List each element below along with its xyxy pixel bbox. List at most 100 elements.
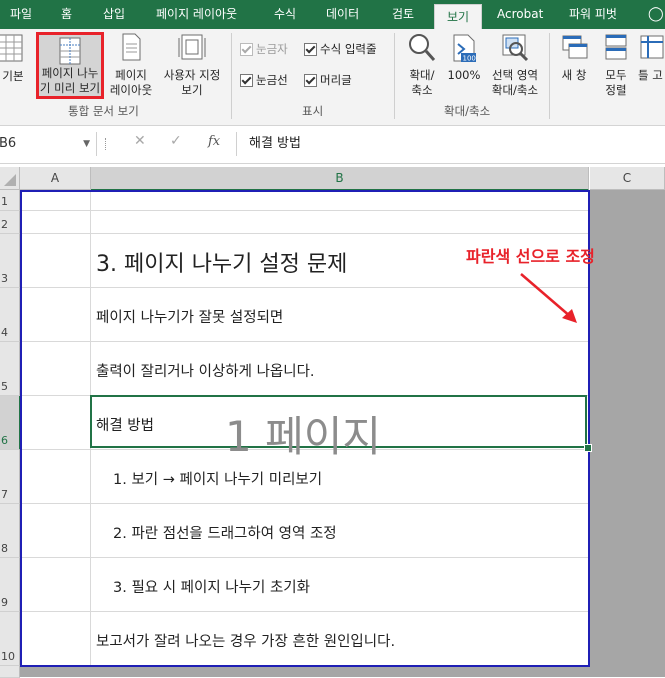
- normal-view-button[interactable]: 기본: [0, 32, 26, 84]
- row-header-4[interactable]: 4: [0, 288, 20, 342]
- zoom-selection-icon: [502, 34, 529, 62]
- row-header-10[interactable]: 10: [0, 612, 20, 666]
- ribbon-separator: [394, 33, 395, 119]
- custom-views-icon: [178, 34, 206, 60]
- gridlines-label: 눈금선: [256, 73, 288, 87]
- formula-controls: ✕ ✓ fx: [122, 132, 232, 156]
- zoom-to-selection-button[interactable]: 선택 영역 확대/축소: [485, 32, 545, 98]
- gridlines-check-icon: [240, 73, 253, 87]
- tab-view[interactable]: 보기: [434, 4, 482, 30]
- cell-b9[interactable]: 3. 필요 시 페이지 나누기 초기화: [113, 576, 310, 597]
- formula-input[interactable]: 해결 방법: [236, 132, 665, 156]
- headings-checkbox[interactable]: 머리글: [304, 72, 352, 88]
- zoom-selection-label-1: 선택 영역: [492, 68, 538, 82]
- new-window-icon: [562, 35, 588, 59]
- freeze-panes-button[interactable]: 틀 고: [638, 32, 665, 83]
- tab-page-layout[interactable]: 페이지 레이아웃: [156, 0, 237, 29]
- ruler-label: 눈금자: [256, 42, 288, 56]
- gridlines-checkbox[interactable]: 눈금선: [240, 72, 288, 88]
- cell-b7[interactable]: 1. 보기 → 페이지 나누기 미리보기: [113, 468, 322, 489]
- formula-bar-checkbox[interactable]: 수식 입력줄: [304, 41, 377, 57]
- group-label-workbook-views: 통합 문서 보기: [68, 104, 139, 118]
- select-all-corner[interactable]: [0, 167, 20, 190]
- column-header-b[interactable]: B: [91, 167, 589, 191]
- page-number-watermark: 1 페이지: [225, 412, 381, 461]
- cell-b6[interactable]: 해결 방법: [96, 414, 154, 435]
- page-break-preview-button[interactable]: 페이지 나누 기 미리 보기: [36, 32, 104, 99]
- row-header-11[interactable]: [0, 666, 20, 678]
- page-layout-label-2: 레이아웃: [109, 83, 153, 97]
- page-break-preview-label-2: 기 미리 보기: [39, 81, 101, 95]
- tab-home[interactable]: 홈: [61, 0, 72, 29]
- zoom-button[interactable]: 확대/ 축소: [402, 32, 442, 98]
- new-window-label: 새 창: [561, 68, 587, 82]
- cell-b5[interactable]: 출력이 잘리거나 이상하게 나옵니다.: [96, 360, 315, 381]
- row-header-6[interactable]: 6: [0, 396, 21, 450]
- ribbon-separator: [549, 33, 550, 119]
- group-label-show: 표시: [302, 104, 324, 118]
- enter-icon[interactable]: ✓: [170, 133, 182, 149]
- group-label-zoom: 확대/축소: [444, 104, 491, 118]
- row-header-8[interactable]: 8: [0, 504, 20, 558]
- row-header-5[interactable]: 5: [0, 342, 20, 396]
- page-layout-label-1: 페이지: [115, 68, 147, 82]
- ribbon-separator: [231, 33, 232, 119]
- magnifier-icon: [409, 34, 436, 61]
- headings-check-icon: [304, 73, 317, 87]
- ribbon: 기본 페이지 나누 기 미리 보기 페이지 레이아웃 사용자 지정 보기 통합 …: [0, 29, 665, 126]
- tab-power-pivot[interactable]: 파워 피벗: [569, 0, 617, 29]
- cell-b3[interactable]: 3. 페이지 나누기 설정 문제: [96, 246, 347, 278]
- arrange-all-button[interactable]: 모두 정렬: [598, 32, 634, 98]
- fill-handle[interactable]: [584, 444, 592, 452]
- ruler-checkbox[interactable]: 눈금자: [240, 41, 288, 57]
- page-layout-icon: [122, 33, 141, 61]
- chevron-down-icon[interactable]: ▼: [83, 132, 90, 156]
- ruler-check-icon: [240, 42, 253, 56]
- tab-insert[interactable]: 삽입: [103, 0, 125, 29]
- lightbulb-icon[interactable]: ◯: [648, 0, 664, 29]
- tab-formulas[interactable]: 수식: [274, 0, 296, 29]
- zoom-selection-label-2: 확대/축소: [491, 83, 539, 97]
- zoom-100-label: 100%: [447, 68, 481, 82]
- cell-b8[interactable]: 2. 파란 점선을 드래그하여 영역 조정: [113, 522, 337, 543]
- custom-views-label-1: 사용자 지정: [163, 68, 221, 82]
- freeze-panes-label: 틀 고: [638, 68, 663, 82]
- zoom-100-icon: 100: [453, 34, 476, 63]
- insert-function-icon[interactable]: fx: [208, 134, 220, 149]
- tab-file[interactable]: 파일: [10, 0, 32, 29]
- row-header-7[interactable]: 7: [0, 450, 20, 504]
- column-header-c[interactable]: C: [590, 167, 665, 190]
- zoom-100-button[interactable]: 100 100%: [446, 32, 482, 83]
- grip-icon: [105, 138, 108, 150]
- page-break-preview-label-1: 페이지 나누: [41, 66, 99, 80]
- page-layout-view-button[interactable]: 페이지 레이아웃: [107, 32, 155, 98]
- cell-b10[interactable]: 보고서가 잘려 나오는 경우 가장 흔한 원인입니다.: [96, 630, 395, 651]
- arrange-all-label-1: 모두: [605, 68, 627, 82]
- outside-print-area: [20, 667, 590, 677]
- formula-bar-check-icon: [304, 42, 317, 56]
- row-header-2[interactable]: 2: [0, 211, 20, 234]
- cancel-icon[interactable]: ✕: [134, 133, 146, 149]
- name-box[interactable]: B6 ▼: [0, 132, 97, 156]
- column-header-a[interactable]: A: [20, 167, 91, 190]
- tab-review[interactable]: 검토: [392, 0, 414, 29]
- annotation-text: 파란색 선으로 조정: [466, 247, 595, 266]
- tab-acrobat[interactable]: Acrobat: [497, 0, 543, 29]
- custom-views-label-2: 보기: [181, 83, 203, 97]
- row-header-3[interactable]: 3: [0, 234, 20, 288]
- name-box-value: B6: [0, 136, 17, 151]
- row-header-9[interactable]: 9: [0, 558, 20, 612]
- new-window-button[interactable]: 새 창: [554, 32, 594, 83]
- outside-print-area: [590, 189, 665, 677]
- normal-view-icon: [0, 34, 23, 62]
- formula-bar: B6 ▼ ✕ ✓ fx 해결 방법: [0, 126, 665, 164]
- freeze-panes-icon: [640, 35, 664, 59]
- svg-text:100: 100: [463, 55, 476, 63]
- row-header-1[interactable]: 1: [0, 190, 20, 211]
- select-all-icon: [4, 174, 16, 186]
- formula-bar-label: 수식 입력줄: [320, 42, 377, 56]
- tab-data[interactable]: 데이터: [326, 0, 359, 29]
- custom-views-button[interactable]: 사용자 지정 보기: [159, 32, 225, 98]
- zoom-label-2: 축소: [411, 83, 433, 97]
- cell-b4[interactable]: 페이지 나누기가 잘못 설정되면: [96, 306, 283, 327]
